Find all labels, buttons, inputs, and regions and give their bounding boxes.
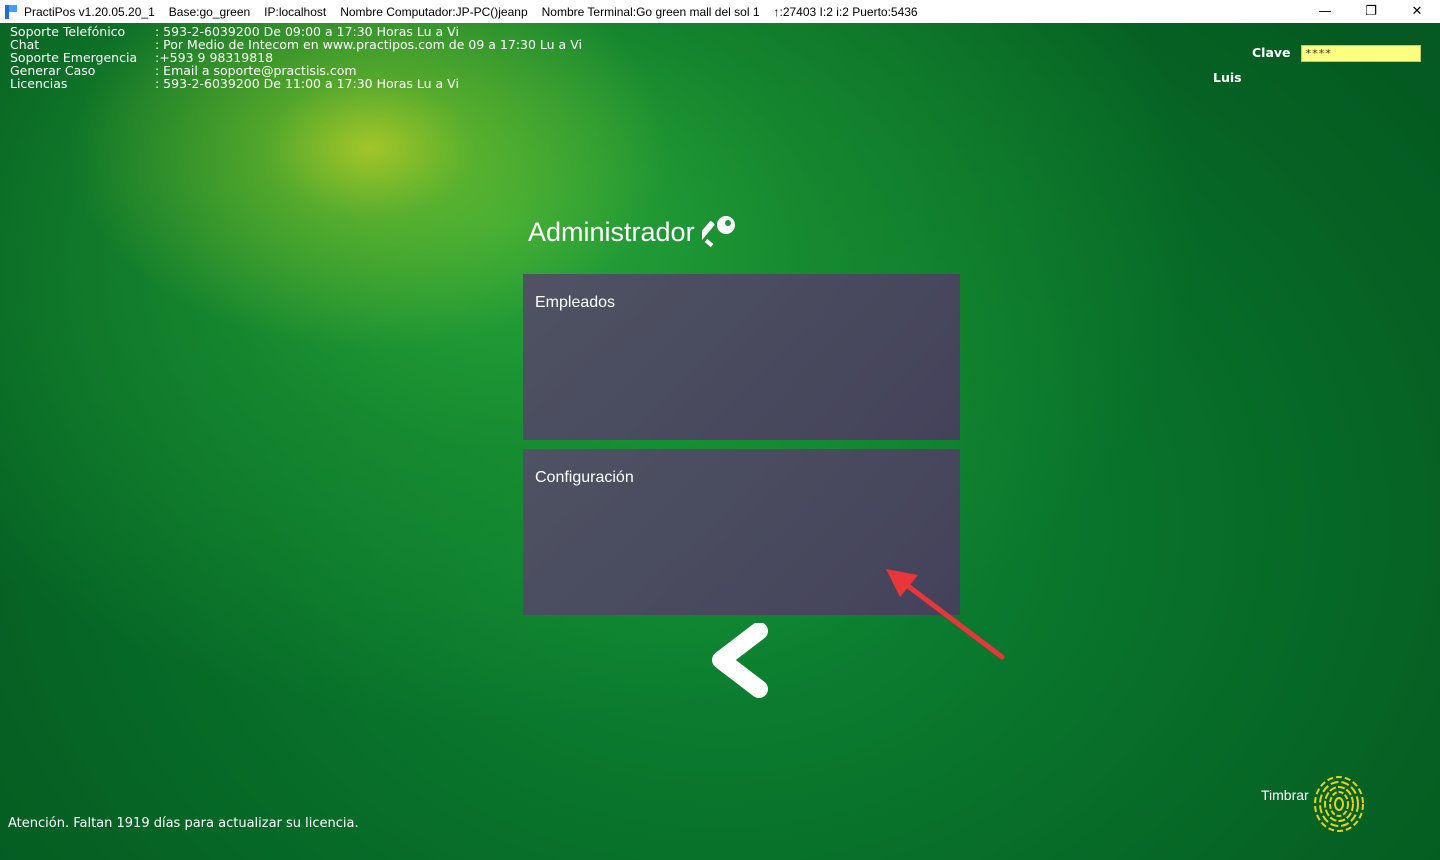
timbrar-label: Timbrar: [1261, 787, 1309, 803]
database-name: Base:go_green: [168, 4, 251, 19]
app-version: PractiPos v1.20.05.20_1: [24, 4, 155, 19]
ip-address: IP:localhost: [264, 4, 327, 19]
close-button[interactable]: ✕: [1394, 0, 1440, 23]
support-row-licenses: Licencias : 593-2-6039200 De 11:00 a 17:…: [10, 76, 459, 91]
window-controls: — ❐ ✕: [1302, 0, 1440, 23]
computer-name: Nombre Computador:JP-PC()jeanp: [340, 4, 528, 19]
clave-label: Clave: [1252, 45, 1291, 60]
title-bar: PractiPos v1.20.05.20_1 Base:go_green IP…: [0, 0, 1440, 23]
license-warning: Atención. Faltan 1919 días para actualiz…: [8, 816, 359, 831]
empleados-tile-label: Empleados: [535, 294, 616, 311]
main-screen: Soporte Telefónico : 593-2-6039200 De 09…: [0, 23, 1440, 860]
annotation-arrow-icon: [886, 569, 1005, 660]
clave-input[interactable]: [1301, 45, 1421, 62]
terminal-name: Nombre Terminal:Go green mall del sol 1: [541, 4, 760, 19]
restore-button[interactable]: ❐: [1348, 0, 1394, 23]
fingerprint-icon[interactable]: [1312, 775, 1366, 833]
user-name: Luis: [1213, 70, 1242, 85]
chevron-left-icon[interactable]: [705, 623, 771, 698]
practipos-app-icon: [5, 4, 18, 19]
page-title: Administrador: [528, 217, 695, 247]
empleados-tile[interactable]: Empleados: [523, 274, 960, 440]
connection-info: ↑:27403 I:2 i:2 Puerto:5436: [773, 4, 918, 19]
minimize-button[interactable]: —: [1302, 0, 1348, 23]
key-icon: [702, 216, 735, 248]
support-info: Soporte Telefónico : 593-2-6039200 De 09…: [10, 25, 582, 90]
configuracion-tile-label: Configuración: [535, 469, 634, 486]
